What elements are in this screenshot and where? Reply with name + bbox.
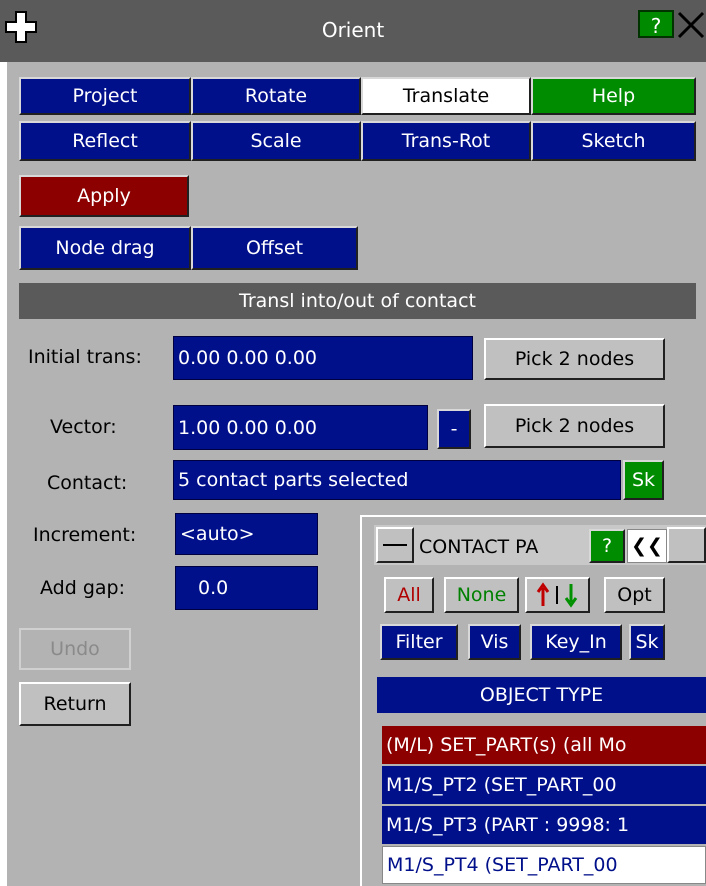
return-button[interactable]: Return — [19, 682, 131, 726]
trans-rot-button[interactable]: Trans-Rot — [361, 121, 531, 161]
increment-label: Increment: — [33, 524, 137, 546]
sketch-selection-button[interactable]: Sk — [629, 624, 665, 660]
undo-button[interactable]: Undo — [19, 628, 131, 670]
help-mode-button[interactable]: Help — [531, 77, 696, 115]
select-none-button[interactable]: None — [444, 577, 519, 613]
rotate-button[interactable]: Rotate — [191, 77, 361, 115]
list-item[interactable]: (M/L) SET_PART(s) (all Mo — [382, 726, 706, 764]
contact-field[interactable]: 5 contact parts selected — [173, 460, 621, 500]
object-type-header[interactable]: OBJECT TYPE — [377, 677, 706, 713]
maximize-icon[interactable] — [667, 527, 706, 563]
key-in-button[interactable]: Key_In — [530, 624, 622, 660]
apply-button[interactable]: Apply — [19, 175, 189, 217]
vector-label: Vector: — [50, 416, 117, 438]
close-icon[interactable] — [676, 10, 706, 40]
translate-button[interactable]: Translate — [361, 77, 531, 115]
collapse-icon[interactable]: ❮❮ — [627, 529, 667, 563]
vector-field[interactable]: 1.00 0.00 0.00 — [173, 405, 428, 450]
initial-trans-field[interactable]: 0.00 0.00 0.00 — [173, 336, 473, 380]
scale-button[interactable]: Scale — [191, 121, 361, 161]
vector-minus-button[interactable]: - — [437, 409, 471, 449]
filter-button[interactable]: Filter — [380, 624, 458, 660]
options-button[interactable]: Opt — [604, 577, 665, 613]
window-title: Orient — [321, 18, 385, 42]
add-gap-field[interactable]: 0.0 — [175, 566, 318, 610]
increment-field[interactable]: <auto> — [175, 513, 318, 555]
contact-label: Contact: — [47, 472, 128, 494]
pick-nodes-vector-button[interactable]: Pick 2 nodes — [484, 404, 665, 448]
list-item[interactable]: M1/S_PT4 (SET_PART_00 — [382, 846, 706, 884]
offset-button[interactable]: Offset — [191, 226, 358, 270]
reflect-button[interactable]: Reflect — [19, 121, 191, 161]
add-gap-label: Add gap: — [40, 577, 125, 599]
pick-nodes-initial-button[interactable]: Pick 2 nodes — [484, 338, 665, 380]
sub-help-button[interactable]: ? — [589, 529, 625, 563]
minimize-icon[interactable] — [376, 527, 414, 563]
select-all-button[interactable]: All — [384, 577, 434, 613]
list-item[interactable]: M1/S_PT2 (SET_PART_00 — [382, 766, 706, 804]
sketch-button[interactable]: Sketch — [531, 121, 696, 161]
project-button[interactable]: Project — [19, 77, 191, 115]
initial-trans-label: Initial trans: — [28, 346, 142, 368]
swap-selection-icon[interactable] — [525, 577, 590, 613]
sub-window-title: CONTACT PA — [419, 536, 539, 558]
node-drag-button[interactable]: Node drag — [19, 226, 191, 270]
help-button[interactable]: ? — [638, 10, 674, 38]
section-header: Transl into/out of contact — [19, 283, 696, 319]
contact-sketch-button[interactable]: Sk — [623, 460, 664, 500]
visible-button[interactable]: Vis — [468, 624, 521, 660]
list-item[interactable]: M1/S_PT3 (PART : 9998: 1 — [382, 806, 706, 844]
